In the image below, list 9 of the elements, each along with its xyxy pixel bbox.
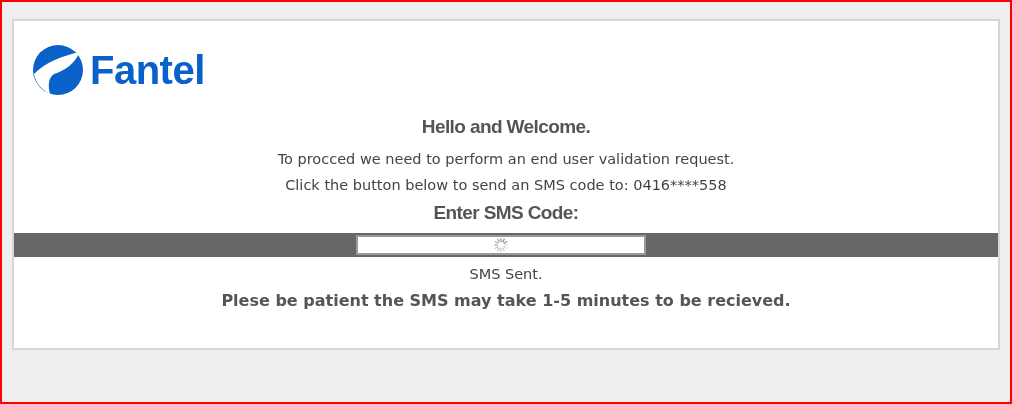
status-text: SMS Sent. [469, 265, 543, 284]
logo-icon [32, 44, 84, 96]
logo-wordmark: Fantel [90, 47, 205, 93]
intro-text: To procced we need to perform an end user validation request. [277, 150, 735, 169]
notice-text: Plese be patient the SMS may take 1-5 minutes to be recieved. [221, 291, 791, 310]
intro-text: Click the button below to send an SMS code to: 0416****558 [285, 176, 727, 195]
code-label: Enter SMS Code: [433, 202, 579, 224]
welcome-heading: Hello and Welcome. [421, 116, 591, 138]
code-input-field[interactable] [356, 235, 646, 255]
